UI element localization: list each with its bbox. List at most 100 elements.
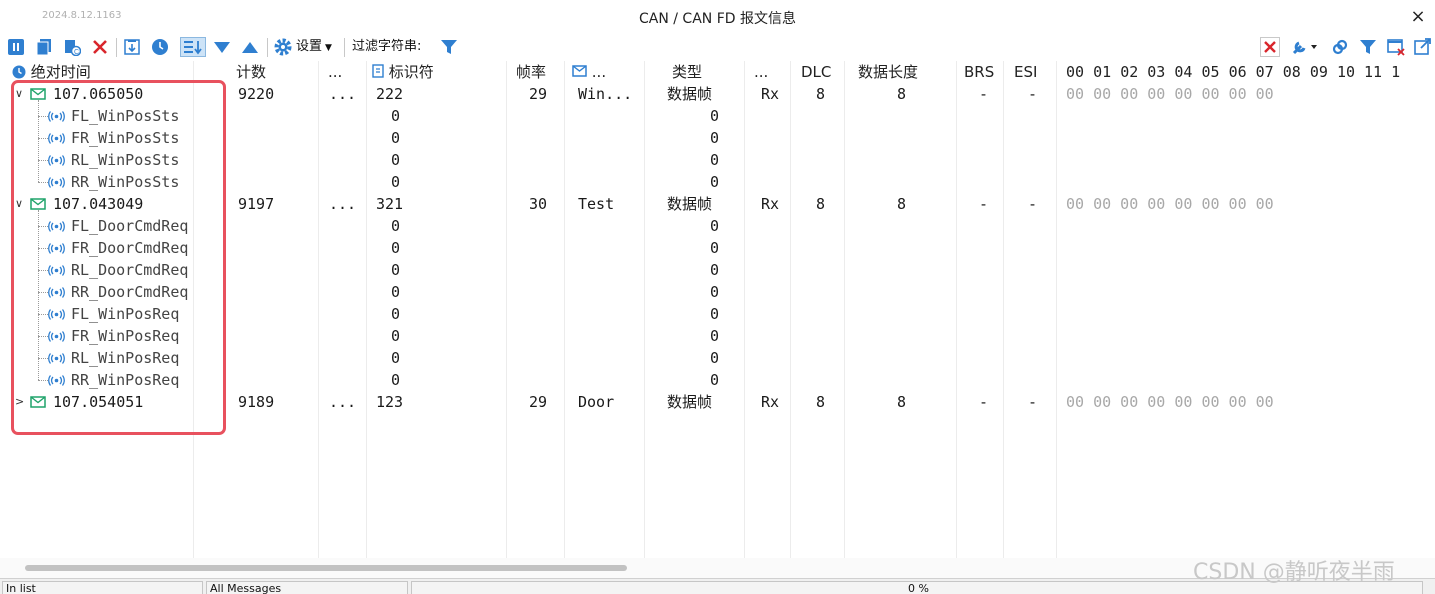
col-type[interactable]: 类型 xyxy=(672,61,702,83)
col-byte-11[interactable]: 11 xyxy=(1364,63,1382,81)
col-identifier[interactable]: 标识符 xyxy=(372,61,434,83)
cell-signal-name: RR_WinPosSts xyxy=(71,173,180,191)
pause-button[interactable] xyxy=(6,37,26,57)
close-red-icon xyxy=(1264,41,1276,53)
cell-esi: - xyxy=(1028,85,1038,103)
col-byte-02[interactable]: 02 xyxy=(1120,63,1138,81)
cell-signal-id: 0 xyxy=(391,151,401,169)
time-mode-button[interactable] xyxy=(150,37,170,57)
signal-broadcast-icon xyxy=(48,265,65,276)
cell-signal-value: 0 xyxy=(710,107,720,125)
cell-count: 9220 xyxy=(238,85,275,103)
cell-signal-value: 0 xyxy=(710,305,720,323)
col-abs-time[interactable]: 绝对时间 xyxy=(12,61,91,83)
settings-gear-button[interactable] xyxy=(273,37,293,57)
cell-signal-value: 0 xyxy=(710,173,720,191)
link-button[interactable] xyxy=(1330,37,1350,57)
export-icon xyxy=(1414,38,1431,55)
signal-broadcast-icon xyxy=(48,133,65,144)
col-brs[interactable]: BRS xyxy=(964,61,994,83)
cell-frame-rate: 30 xyxy=(529,195,548,213)
cell-esi: - xyxy=(1028,195,1038,213)
signal-broadcast-icon xyxy=(48,353,65,364)
cell-signal-id: 0 xyxy=(391,327,401,345)
cell-signal-value: 0 xyxy=(710,283,720,301)
clear-button[interactable] xyxy=(90,37,110,57)
col-count[interactable]: 计数 xyxy=(236,61,266,83)
cell-data-bytes: 00 00 00 00 00 00 00 00 xyxy=(1066,393,1274,411)
column-filter-button[interactable] xyxy=(1358,37,1378,57)
export-button[interactable] xyxy=(1413,37,1433,57)
signal-broadcast-icon xyxy=(48,331,65,342)
horizontal-scroll-thumb[interactable] xyxy=(25,565,627,571)
message-table[interactable]: 绝对时间 计数 ... 标识符 帧率 ... 类型 ... DLC 数据长度 B… xyxy=(0,61,1435,558)
col-data-length[interactable]: 数据长度 xyxy=(858,61,918,83)
window-close-icon xyxy=(1387,39,1405,56)
chevron-down-icon: ▼ xyxy=(325,43,332,53)
copy-clear-icon: C xyxy=(65,40,81,56)
col-name[interactable]: ... xyxy=(572,61,606,83)
cell-signal-name: RR_DoorCmdReq xyxy=(71,283,189,301)
col-frame-rate[interactable]: 帧率 xyxy=(516,61,546,83)
chevron-down-icon[interactable]: ∨ xyxy=(15,193,23,215)
cell-signal-value: 0 xyxy=(710,151,720,169)
col-dlc[interactable]: DLC xyxy=(801,61,831,83)
status-all-messages: All Messages xyxy=(206,581,408,594)
cell-more: ... xyxy=(329,195,357,213)
window-title: CAN / CAN FD 报文信息 xyxy=(638,11,796,27)
clear-filter-button[interactable] xyxy=(1260,37,1280,57)
next-button[interactable] xyxy=(212,37,232,57)
sort-list-icon xyxy=(184,41,202,55)
cell-data-bytes: 00 00 00 00 00 00 00 00 xyxy=(1066,85,1274,103)
col-more-2[interactable]: ... xyxy=(754,61,768,83)
col-byte-08[interactable]: 08 xyxy=(1283,63,1301,81)
col-esi[interactable]: ESI xyxy=(1014,61,1037,83)
chevron-right-icon[interactable]: > xyxy=(15,391,24,413)
cell-data-length: 8 xyxy=(897,195,907,213)
chevron-down-icon[interactable]: ∨ xyxy=(15,83,23,105)
signal-broadcast-icon xyxy=(48,243,65,254)
sort-button[interactable] xyxy=(180,37,206,57)
col-byte-01[interactable]: 01 xyxy=(1093,63,1111,81)
toolbar: C 设置 ▼ 过滤字符串: xyxy=(0,34,1435,61)
cell-signal-id: 0 xyxy=(391,217,401,235)
col-byte-00[interactable]: 00 xyxy=(1066,63,1084,81)
cell-name: Win... xyxy=(578,85,633,103)
svg-text:C: C xyxy=(74,49,79,56)
signal-broadcast-icon xyxy=(48,375,65,386)
cell-time: 107.054051 xyxy=(53,393,144,411)
col-byte-12[interactable]: 1 xyxy=(1391,63,1400,81)
cell-signal-id: 0 xyxy=(391,261,401,279)
col-byte-07[interactable]: 07 xyxy=(1256,63,1274,81)
settings-menu[interactable]: 设置 ▼ xyxy=(296,38,332,57)
cell-signal-id: 0 xyxy=(391,239,401,257)
col-more-1[interactable]: ... xyxy=(328,61,342,83)
cell-signal-value: 0 xyxy=(710,129,720,147)
cell-data-length: 8 xyxy=(897,85,907,103)
close-button[interactable]: × xyxy=(1405,5,1431,29)
cell-identifier: 123 xyxy=(376,393,404,411)
col-name-label: ... xyxy=(591,63,607,81)
copy-clear-button[interactable]: C xyxy=(62,37,82,57)
scroll-to-end-button[interactable] xyxy=(122,37,142,57)
cell-signal-value: 0 xyxy=(710,239,720,257)
tools-menu-button[interactable] xyxy=(1290,37,1320,57)
cell-data-bytes: 00 00 00 00 00 00 00 00 xyxy=(1066,195,1274,213)
col-byte-09[interactable]: 09 xyxy=(1310,63,1328,81)
prev-button[interactable] xyxy=(240,37,260,57)
cell-signal-name: RR_WinPosReq xyxy=(71,371,180,389)
cell-signal-name: FR_WinPosSts xyxy=(71,129,180,147)
col-byte-06[interactable]: 06 xyxy=(1229,63,1247,81)
envelope-icon xyxy=(30,88,46,100)
cell-direction: Rx xyxy=(761,195,780,213)
filter-button[interactable] xyxy=(439,37,459,57)
cell-signal-id: 0 xyxy=(391,173,401,191)
close-window-button[interactable] xyxy=(1386,37,1406,57)
cell-dlc: 8 xyxy=(816,85,826,103)
col-byte-04[interactable]: 04 xyxy=(1174,63,1192,81)
copy-button[interactable] xyxy=(34,37,54,57)
col-byte-10[interactable]: 10 xyxy=(1337,63,1355,81)
col-byte-03[interactable]: 03 xyxy=(1147,63,1165,81)
col-byte-05[interactable]: 05 xyxy=(1201,63,1219,81)
cell-signal-name: FR_WinPosReq xyxy=(71,327,180,345)
